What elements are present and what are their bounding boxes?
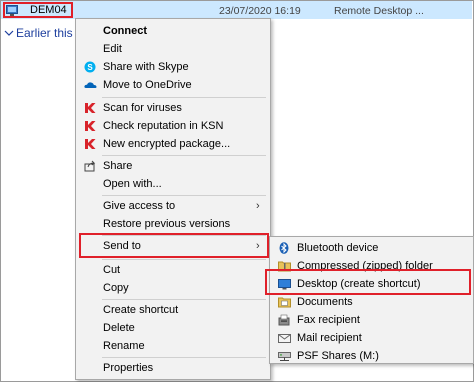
send-to-highlight-box xyxy=(79,233,269,258)
menu-separator xyxy=(102,299,266,300)
fax-icon xyxy=(278,314,290,326)
menu-item-label: Copy xyxy=(103,282,129,294)
send-to-psf-shares[interactable]: PSF Shares (M:) xyxy=(270,347,473,365)
menu-item-rename[interactable]: Rename xyxy=(76,337,270,355)
file-type: Remote Desktop ... xyxy=(334,5,424,17)
menu-item-label: Cut xyxy=(103,264,121,276)
menu-item-check-reputation[interactable]: Check reputation in KSN xyxy=(76,117,270,135)
menu-separator xyxy=(102,259,266,260)
file-highlight-box xyxy=(3,2,73,18)
svg-text:S: S xyxy=(87,63,93,72)
menu-item-edit[interactable]: Edit xyxy=(76,40,270,58)
menu-item-cut[interactable]: Cut xyxy=(76,261,270,279)
kaspersky-icon xyxy=(84,102,96,114)
chevron-down-icon xyxy=(4,26,16,40)
submenu-item-label: Bluetooth device xyxy=(297,242,379,254)
menu-item-label: New encrypted package... xyxy=(103,138,231,150)
menu-item-share-with-skype[interactable]: S Share with Skype xyxy=(76,58,270,76)
share-icon xyxy=(84,160,96,172)
menu-item-label: Move to OneDrive xyxy=(103,79,192,91)
context-menu: Connect Edit S Share with Skype Move to … xyxy=(75,18,271,380)
menu-item-label: Share xyxy=(103,160,133,172)
send-to-documents[interactable]: Documents xyxy=(270,293,473,311)
send-to-bluetooth[interactable]: Bluetooth device xyxy=(270,239,473,257)
menu-item-label: Check reputation in KSN xyxy=(103,120,224,132)
menu-item-label: Open with... xyxy=(103,178,162,190)
menu-separator xyxy=(102,195,266,196)
menu-item-label: Restore previous versions xyxy=(103,218,231,230)
menu-item-copy[interactable]: Copy xyxy=(76,279,270,297)
menu-item-properties[interactable]: Properties xyxy=(76,359,270,377)
menu-separator xyxy=(102,357,266,358)
send-to-submenu: Bluetooth device Compressed (zipped) fol… xyxy=(269,236,474,364)
kaspersky-icon xyxy=(84,138,96,150)
onedrive-icon xyxy=(84,79,97,91)
submenu-item-label: PSF Shares (M:) xyxy=(297,350,379,362)
menu-item-label: Connect xyxy=(103,25,147,37)
send-to-fax-recipient[interactable]: Fax recipient xyxy=(270,311,473,329)
menu-item-label: Scan for viruses xyxy=(103,102,182,114)
menu-item-create-shortcut[interactable]: Create shortcut xyxy=(76,301,270,319)
skype-icon: S xyxy=(84,61,96,73)
chevron-right-icon: › xyxy=(256,200,260,212)
menu-item-label: Edit xyxy=(103,43,122,55)
menu-item-scan-for-viruses[interactable]: Scan for viruses xyxy=(76,99,270,117)
menu-item-move-to-onedrive[interactable]: Move to OneDrive xyxy=(76,76,270,94)
kaspersky-icon xyxy=(84,120,96,132)
menu-item-label: Delete xyxy=(103,322,135,334)
submenu-item-label: Documents xyxy=(297,296,353,308)
submenu-item-label: Fax recipient xyxy=(297,314,360,326)
menu-item-label: Share with Skype xyxy=(103,61,189,73)
menu-item-give-access-to[interactable]: Give access to › xyxy=(76,197,270,215)
menu-item-new-encrypted-package[interactable]: New encrypted package... xyxy=(76,135,270,153)
menu-separator xyxy=(102,155,266,156)
documents-icon xyxy=(278,296,291,308)
menu-item-label: Properties xyxy=(103,362,154,374)
menu-item-connect[interactable]: Connect xyxy=(76,22,270,40)
mail-icon xyxy=(278,332,291,344)
menu-item-label: Rename xyxy=(103,340,145,352)
desktop-highlight-box xyxy=(265,269,471,295)
network-drive-icon xyxy=(278,350,291,362)
menu-item-share[interactable]: Share xyxy=(76,157,270,175)
menu-item-open-with[interactable]: Open with... xyxy=(76,175,270,193)
file-date: 23/07/2020 16:19 xyxy=(219,5,301,17)
bluetooth-icon xyxy=(278,242,290,254)
menu-item-delete[interactable]: Delete xyxy=(76,319,270,337)
menu-item-label: Create shortcut xyxy=(103,304,179,316)
send-to-mail-recipient[interactable]: Mail recipient xyxy=(270,329,473,347)
submenu-item-label: Mail recipient xyxy=(297,332,362,344)
menu-separator xyxy=(102,97,266,98)
group-header-earlier[interactable]: Earlier this w xyxy=(4,26,85,40)
menu-item-label: Give access to xyxy=(103,200,176,212)
menu-item-restore-previous-versions[interactable]: Restore previous versions xyxy=(76,215,270,233)
